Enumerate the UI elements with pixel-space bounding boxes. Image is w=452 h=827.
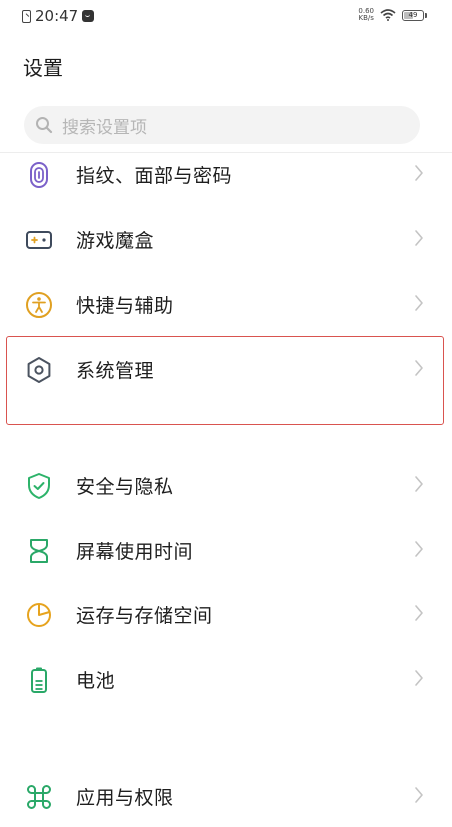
setting-label: 运存与存储空间 [76, 605, 213, 627]
chevron-right-icon [415, 605, 423, 621]
status-right: 0.60 KB/s 49 [358, 8, 427, 22]
chevron-right-icon [415, 787, 423, 803]
network-speed: 0.60 KB/s [358, 8, 374, 22]
battery-indicator: 49 [402, 9, 427, 21]
search-icon [36, 117, 53, 134]
status-bar: 20:47 0.60 KB/s 49 [0, 0, 452, 34]
setting-label: 指纹、面部与密码 [76, 165, 233, 187]
battery-icon [31, 667, 47, 693]
chevron-right-icon [415, 670, 423, 686]
fingerprint-icon [30, 162, 48, 188]
setting-label: 应用与权限 [76, 787, 174, 809]
chevron-right-icon [415, 165, 423, 181]
shield-check-icon [28, 473, 50, 499]
message-notification-icon [82, 10, 95, 22]
setting-label: 电池 [76, 670, 116, 692]
search-placeholder: 搜索设置项 [62, 117, 147, 138]
pie-chart-icon [27, 603, 51, 627]
setting-item-battery[interactable]: 电池 [0, 646, 452, 710]
setting-label: 游戏魔盒 [76, 230, 155, 252]
setting-label: 屏幕使用时间 [76, 541, 194, 563]
page-title: 设置 [23, 56, 63, 80]
chevron-right-icon [415, 295, 423, 311]
setting-item-game-box[interactable]: 游戏魔盒 [0, 206, 452, 270]
wifi-icon [380, 9, 396, 21]
no-sim-icon [22, 9, 31, 23]
gamepad-icon [26, 231, 52, 249]
status-left: 20:47 [22, 7, 95, 25]
hourglass-icon [30, 539, 48, 563]
setting-label: 安全与隐私 [76, 476, 174, 498]
network-speed-unit: KB/s [358, 14, 374, 22]
battery-level-text: 49 [408, 11, 418, 19]
setting-item-security-privacy[interactable]: 安全与隐私 [0, 452, 452, 516]
setting-item-shortcuts-accessibility[interactable]: 快捷与辅助 [0, 271, 452, 335]
setting-label: 快捷与辅助 [76, 295, 174, 317]
highlight-annotation-box [6, 336, 444, 425]
accessibility-icon [26, 292, 52, 318]
setting-item-memory-storage[interactable]: 运存与存储空间 [0, 581, 452, 645]
chevron-right-icon [415, 541, 423, 557]
command-icon [27, 785, 51, 809]
setting-item-apps-permissions[interactable]: 应用与权限 [0, 763, 452, 827]
chevron-right-icon [415, 230, 423, 246]
setting-item-fingerprint-face-password[interactable]: 指纹、面部与密码 [0, 141, 452, 205]
setting-item-screen-time[interactable]: 屏幕使用时间 [0, 517, 452, 581]
search-input[interactable]: 搜索设置项 [24, 106, 420, 144]
chevron-right-icon [415, 476, 423, 492]
status-time: 20:47 [35, 7, 79, 25]
